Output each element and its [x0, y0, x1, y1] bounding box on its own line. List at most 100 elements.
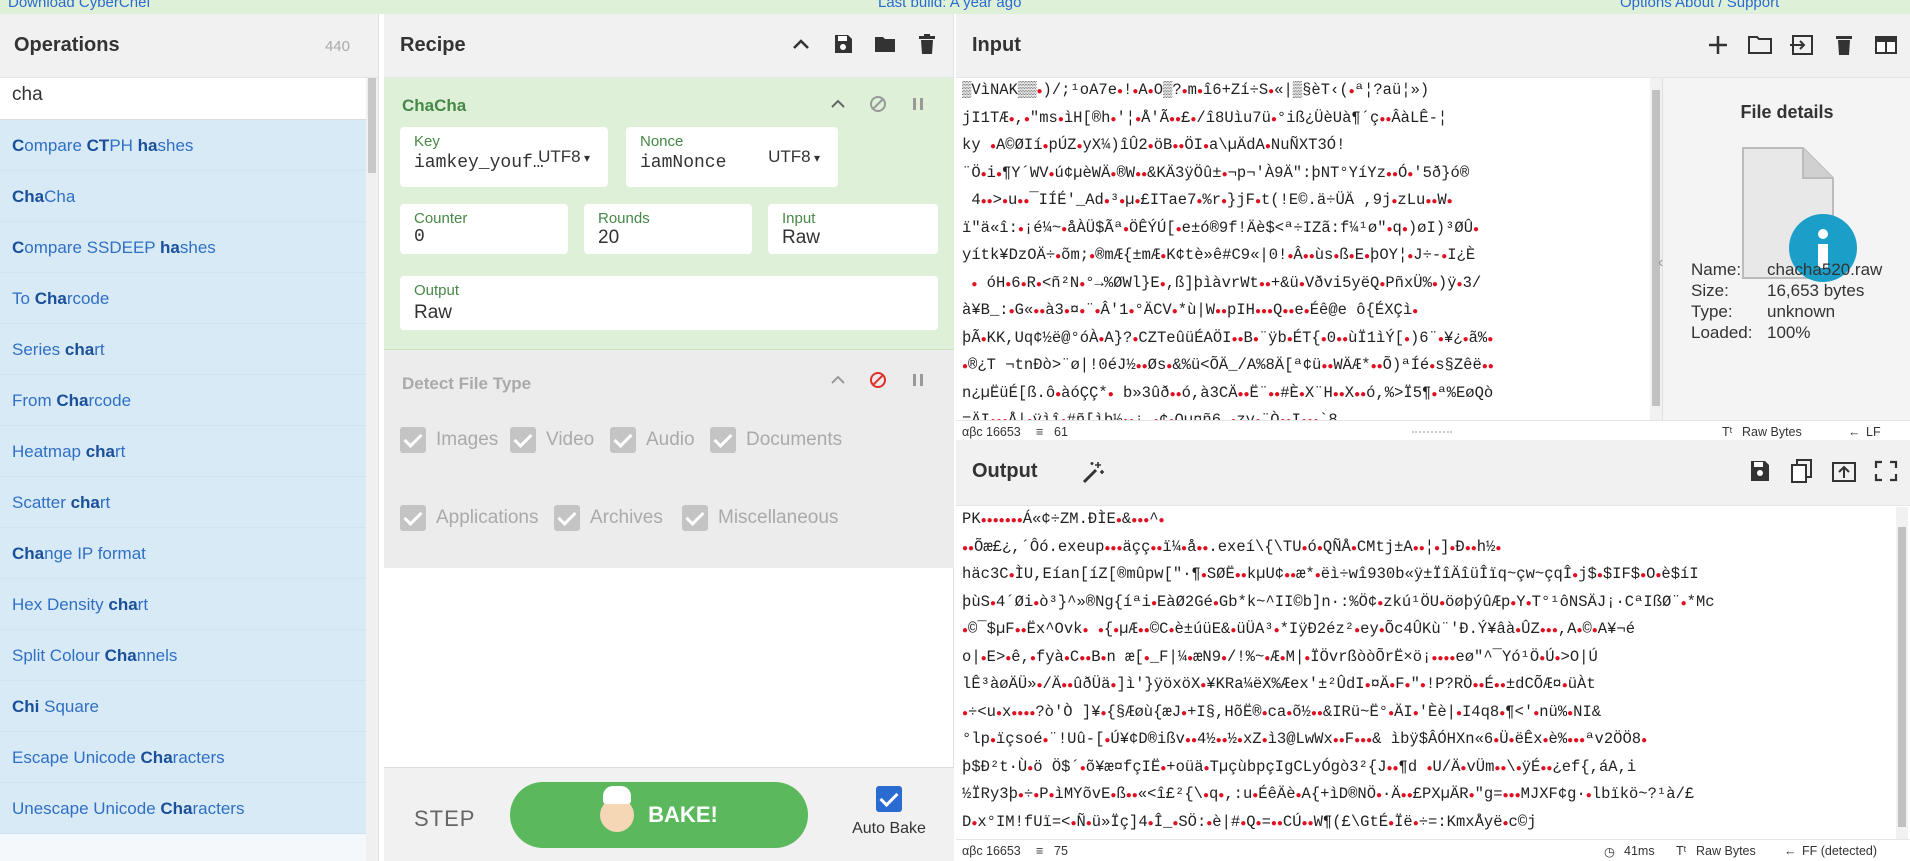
auto-bake-checkbox[interactable]: Auto Bake	[844, 786, 934, 838]
maximize-icon[interactable]	[1872, 458, 1900, 484]
trash-icon[interactable]	[1830, 32, 1858, 58]
io-divider[interactable]	[1412, 431, 1452, 435]
key-value[interactable]: iamkey_youf…	[414, 153, 544, 173]
chevron-up-icon[interactable]	[789, 32, 813, 56]
checkbox-label: Video	[546, 429, 595, 450]
nonce-encoding-dropdown[interactable]: UTF8	[768, 147, 820, 167]
key-encoding-dropdown[interactable]: UTF8	[538, 147, 590, 167]
output-format-value[interactable]: Raw	[414, 302, 452, 324]
pause-icon[interactable]	[908, 370, 928, 390]
audio-checkbox[interactable]: Audio	[610, 427, 695, 453]
rounds-field[interactable]: Rounds 20	[584, 204, 752, 254]
operations-scrollbar[interactable]	[366, 78, 378, 861]
download-link[interactable]: Download CyberChef	[8, 0, 151, 11]
text-line: ●÷<u●x●●●●?ò'Ò ]¥●{§Æøù{æJ●+I§,HõË®●ca●õ…	[962, 702, 1602, 721]
plus-icon[interactable]	[1704, 32, 1732, 58]
text-line: o|●E>●ê,●fyà●C●●B●n æ[●_F|¼●æN9●/!%~●Æ●M…	[962, 647, 1598, 666]
operation-item[interactable]: Series chart	[0, 324, 367, 375]
operation-item[interactable]: Change IP format	[0, 528, 367, 579]
text-line: PK●●●●●●●Á«¢÷ZM.ÐÌE●&●●●^●	[962, 510, 1165, 528]
operation-item[interactable]: ChaCha	[0, 171, 367, 222]
chevron-up-icon[interactable]	[828, 370, 848, 390]
checkbox-icon[interactable]	[400, 427, 426, 453]
key-field[interactable]: Key iamkey_youf… UTF8	[400, 127, 608, 187]
operation-item[interactable]: Heatmap chart	[0, 426, 367, 477]
checkbox-icon[interactable]	[710, 427, 736, 453]
operation-item[interactable]: From Charcode	[0, 375, 367, 426]
text-line: þùS●4´Øi●ò³}^»®Ng{íªi●EàØ2Gé●Gb*k~^II©b]…	[962, 592, 1715, 611]
layout-icon[interactable]	[1872, 32, 1900, 58]
checkbox-icon[interactable]	[682, 505, 708, 531]
documents-checkbox[interactable]: Documents	[710, 427, 842, 453]
output-encoding[interactable]: Raw Bytes	[1696, 844, 1756, 858]
operation-item[interactable]: Compare SSDEEP hashes	[0, 222, 367, 273]
operation-label-part: rt	[94, 340, 105, 359]
copy-icon[interactable]	[1788, 458, 1816, 484]
output-format-dropdown[interactable]: Output Raw	[400, 276, 938, 330]
scrollbar-thumb[interactable]	[368, 78, 376, 173]
counter-value[interactable]: 0	[414, 227, 425, 247]
operation-label-part: C	[12, 136, 25, 155]
operation-label-part: rt	[115, 442, 126, 461]
nonce-field[interactable]: Nonce iamNonce UTF8	[626, 127, 838, 187]
checkbox-label: Applications	[436, 507, 539, 528]
folder-icon[interactable]	[873, 32, 897, 56]
file-details-panel: File details Name: chacha520.raw Size: 16,…	[1662, 78, 1910, 420]
input-eol[interactable]: LF	[1866, 425, 1881, 439]
disable-icon[interactable]	[868, 94, 888, 114]
search-input[interactable]	[12, 84, 352, 106]
operation-item[interactable]: Chi Square	[0, 681, 367, 732]
open-folder-icon[interactable]	[1746, 32, 1774, 58]
operation-label-part: Cha	[56, 391, 89, 410]
input-textarea[interactable]: ▒VìNAK▒▒●)/;¹oA7e●!●A●O▒?●m●î6+Zí÷S●«|▒§…	[962, 78, 1650, 420]
nonce-value[interactable]: iamNonce	[640, 153, 726, 173]
operation-label-part: Cha	[12, 544, 45, 563]
open-file-icon[interactable]	[1788, 32, 1816, 58]
input-scrollbar[interactable]	[1650, 78, 1662, 420]
operation-item[interactable]: To Charcode	[0, 273, 367, 324]
collapse-details-icon[interactable]: ‹	[1658, 254, 1663, 272]
pause-icon[interactable]	[908, 94, 928, 114]
operation-label-part: Escape Unicode	[12, 748, 141, 767]
checkbox-icon[interactable]	[510, 427, 536, 453]
replace-input-icon[interactable]	[1830, 458, 1858, 484]
trash-icon[interactable]	[915, 32, 939, 56]
scrollbar-thumb[interactable]	[1898, 527, 1906, 827]
rounds-value[interactable]: 20	[598, 227, 619, 249]
input-format-value[interactable]: Raw	[782, 227, 820, 249]
output-eol[interactable]: FF (detected)	[1802, 844, 1877, 858]
input-title: Input	[972, 34, 1021, 56]
disabled-icon[interactable]	[868, 370, 888, 390]
bake-bar: STEP BAKE! Auto Bake	[384, 767, 954, 861]
scrollbar-thumb[interactable]	[1652, 90, 1660, 406]
output-textarea[interactable]: PK●●●●●●●Á«¢÷ZM.ÐÌE●&●●●^● ●●Õæ£¿,´Ôó.exe…	[962, 507, 1900, 839]
operation-item[interactable]: Hex Density chart	[0, 579, 367, 630]
counter-field[interactable]: Counter 0	[400, 204, 568, 254]
checkbox-icon[interactable]	[876, 786, 902, 812]
operation-label-part: ha	[137, 136, 158, 155]
chevron-up-icon[interactable]	[828, 94, 848, 114]
output-scrollbar[interactable]	[1896, 507, 1908, 839]
operation-item[interactable]: Escape Unicode Characters	[0, 732, 367, 783]
input-encoding[interactable]: Raw Bytes	[1742, 425, 1802, 439]
video-checkbox[interactable]: Video	[510, 427, 594, 453]
miscellaneous-checkbox[interactable]: Miscellaneous	[682, 505, 838, 531]
checkbox-icon[interactable]	[400, 505, 426, 531]
images-checkbox[interactable]: Images	[400, 427, 498, 453]
input-format-dropdown[interactable]: Input Raw	[768, 204, 938, 254]
save-icon[interactable]	[1746, 458, 1774, 484]
operation-item[interactable]: Compare CTPH hashes	[0, 120, 367, 171]
step-button[interactable]: STEP	[414, 806, 475, 832]
operation-item[interactable]: Unescape Unicode Characters	[0, 783, 367, 834]
archives-checkbox[interactable]: Archives	[554, 505, 663, 531]
operation-item[interactable]: Scatter chart	[0, 477, 367, 528]
save-icon[interactable]	[831, 32, 855, 56]
checkbox-icon[interactable]	[554, 505, 580, 531]
applications-checkbox[interactable]: Applications	[400, 505, 538, 531]
operation-label-part: nnels	[136, 646, 178, 665]
magic-wand-icon[interactable]	[1080, 460, 1106, 489]
operation-item[interactable]: Split Colour Channels	[0, 630, 367, 681]
checkbox-icon[interactable]	[610, 427, 636, 453]
bake-button[interactable]: BAKE!	[510, 782, 808, 848]
options-links[interactable]: Options About / Support	[1620, 0, 1779, 11]
